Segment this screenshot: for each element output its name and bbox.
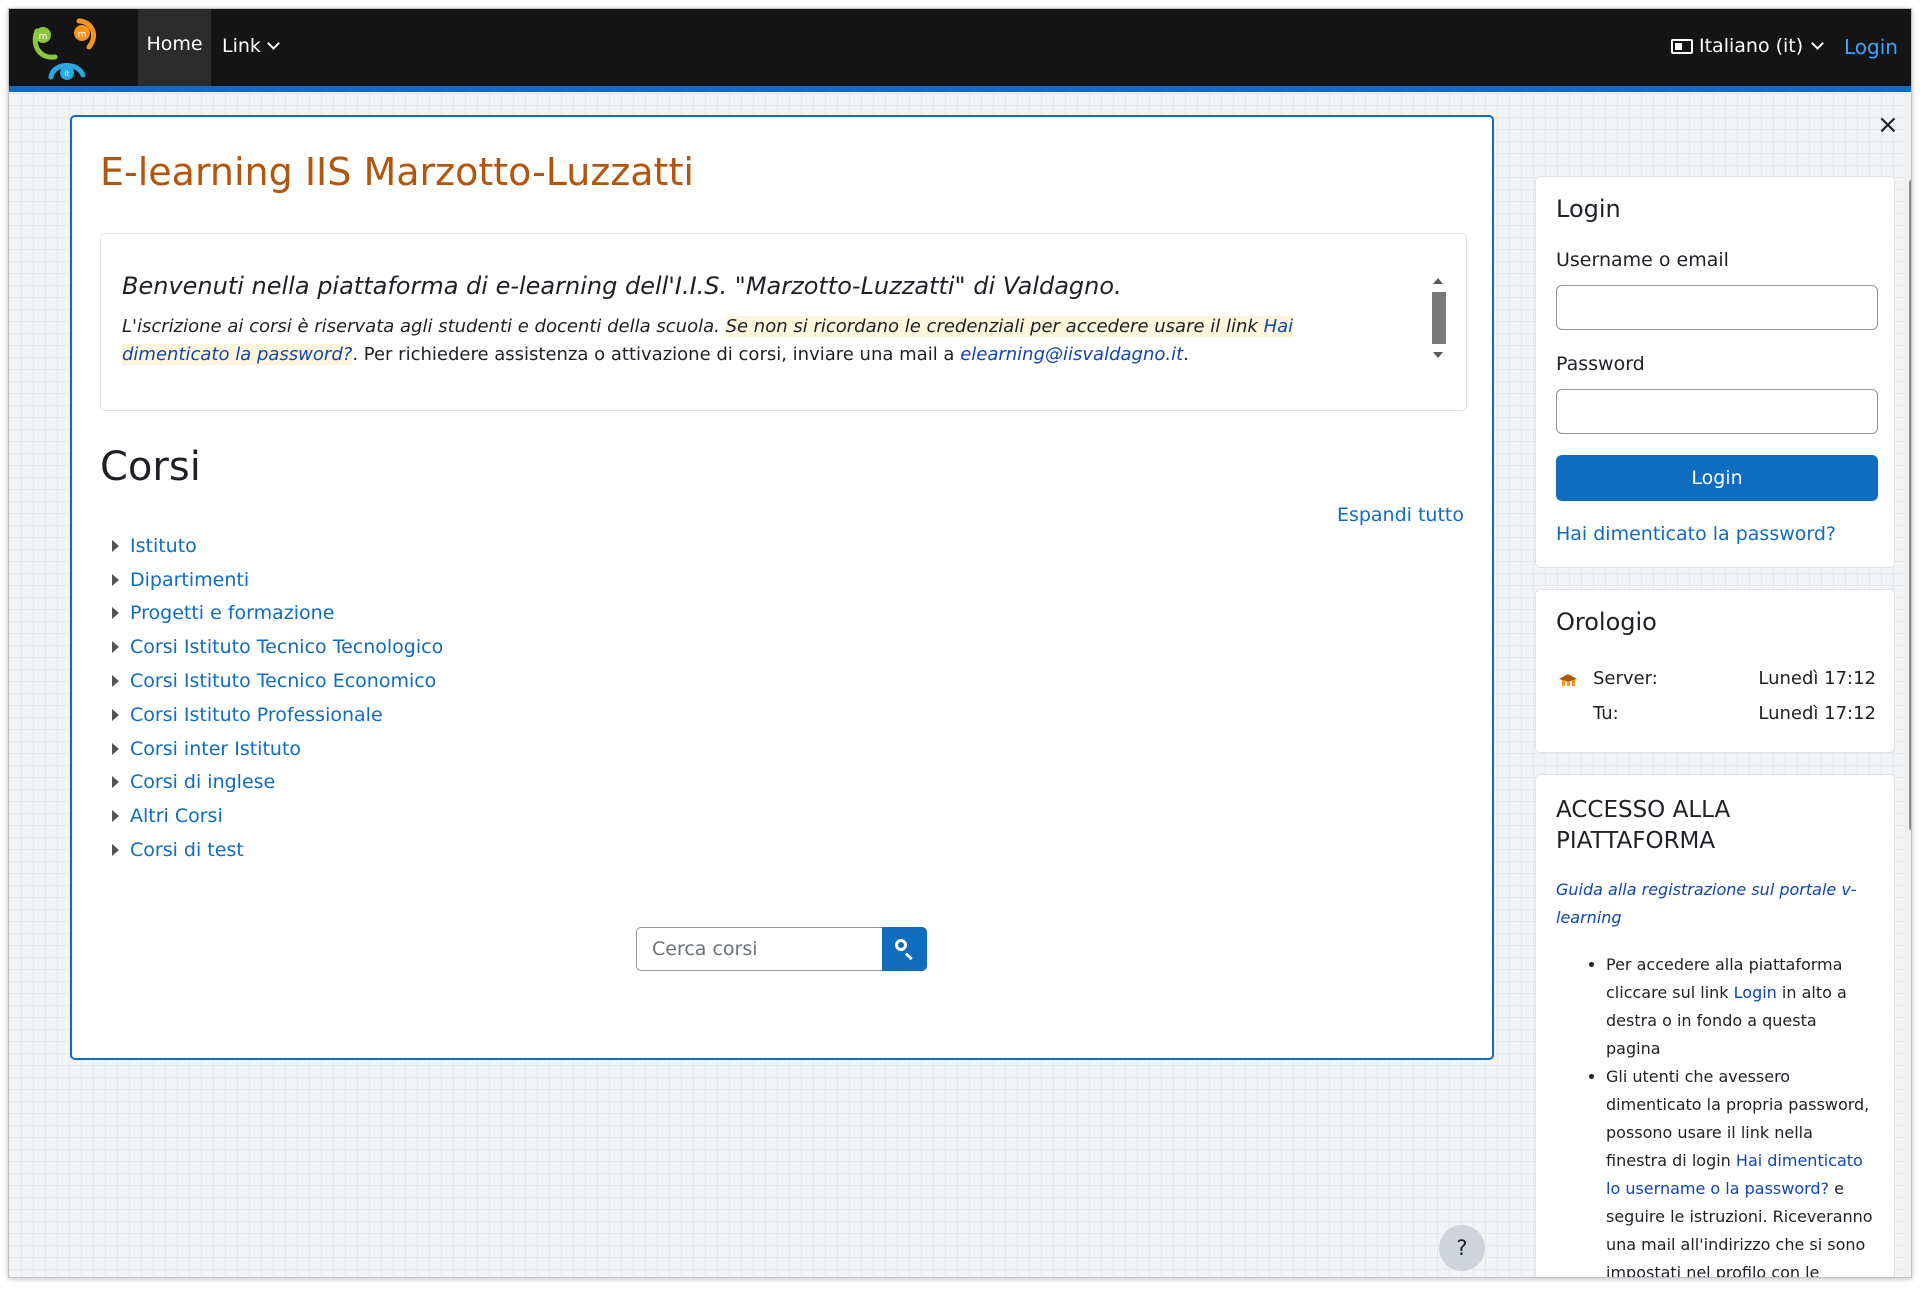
category-label: Corsi Istituto Tecnico Economico — [130, 670, 437, 693]
clock-server-time: Lunedì 17:12 — [1758, 668, 1876, 689]
category-label: Altri Corsi — [130, 805, 223, 828]
clock-user-row: Tu: Lunedì 17:12 — [1556, 703, 1876, 727]
expand-triangle-icon — [112, 607, 119, 620]
access-block-title: ACCESSO ALLA PIATTAFORMA — [1556, 797, 1731, 854]
category-label: Progetti e formazione — [130, 602, 335, 625]
welcome-scrollbar[interactable] — [1430, 278, 1446, 364]
course-search: Cerca corsi — [636, 927, 927, 971]
login-button[interactable]: Login — [1556, 455, 1878, 501]
clock-user-time: Lunedì 17:12 — [1758, 703, 1876, 724]
clock-server-label: Server: — [1593, 668, 1658, 689]
welcome-box: Benvenuti nella piattaforma di e-learnin… — [100, 233, 1467, 411]
search-button[interactable] — [882, 927, 927, 971]
category-label: Corsi di test — [130, 839, 244, 862]
category-label: Dipartimenti — [130, 568, 250, 591]
category-item[interactable]: Altri Corsi — [112, 799, 443, 833]
expand-triangle-icon — [112, 675, 119, 688]
scroll-thumb[interactable] — [1432, 292, 1446, 344]
category-label: Corsi Istituto Tecnico Tecnologico — [130, 636, 444, 659]
expand-triangle-icon — [112, 641, 119, 654]
category-item[interactable]: Corsi Istituto Tecnico Tecnologico — [112, 630, 443, 664]
category-item[interactable]: Corsi inter Istituto — [112, 732, 443, 766]
category-item[interactable]: Dipartimenti — [112, 563, 443, 597]
school-icon — [1559, 674, 1577, 686]
welcome-email-link[interactable]: elearning@iisvaldagno.it — [960, 344, 1183, 365]
category-item[interactable]: Istituto — [112, 529, 443, 563]
drawer-scroll-thumb[interactable] — [1909, 179, 1911, 831]
clock-user-label: Tu: — [1593, 703, 1619, 724]
main-content-card: E-learning IIS Marzotto-Luzzatti Benvenu… — [70, 115, 1494, 1060]
category-list: Istituto Dipartimenti Progetti e formazi… — [112, 529, 443, 867]
welcome-line2-text: Se non si ricordano le credenziali per a… — [725, 316, 1258, 337]
expand-triangle-icon — [112, 708, 119, 721]
chevron-down-icon — [1811, 37, 1825, 50]
password-field[interactable] — [1556, 389, 1878, 434]
category-item[interactable]: Progetti e formazione — [112, 597, 443, 631]
language-icon — [1671, 38, 1693, 54]
category-item[interactable]: Corsi Istituto Professionale — [112, 698, 443, 732]
welcome-heading: Benvenuti nella piattaforma di e-learnin… — [122, 272, 1122, 300]
registration-guide-link[interactable]: Guida alla registrazione sul portale v-l… — [1556, 876, 1866, 932]
expand-triangle-icon — [112, 844, 119, 857]
category-item[interactable]: Corsi Istituto Tecnico Economico — [112, 664, 443, 698]
drawer-scrollbar[interactable] — [1907, 93, 1911, 1277]
category-label: Corsi Istituto Professionale — [130, 703, 383, 726]
login-block-title: Login — [1556, 195, 1621, 223]
nav-home-label: Home — [146, 33, 203, 55]
expand-triangle-icon — [112, 810, 119, 823]
search-icon-handle — [904, 952, 913, 961]
language-menu[interactable]: Italiano (it) — [1671, 35, 1825, 57]
access-instruction-item: Gli utenti che avessero dimenticato la p… — [1606, 1063, 1874, 1277]
category-item[interactable]: Corsi di test — [112, 833, 443, 867]
nav-login-link[interactable]: Login — [1844, 35, 1898, 59]
logo-letter-m1: m — [39, 32, 48, 42]
logo-letter-m2: m — [78, 30, 87, 40]
site-title: E-learning IIS Marzotto-Luzzatti — [100, 150, 694, 194]
password-label: Password — [1556, 353, 1645, 375]
search-icon — [895, 939, 907, 951]
close-drawer-button[interactable]: × — [1877, 112, 1899, 138]
logo-letter-it: it — [65, 70, 70, 78]
expand-all-link[interactable]: Espandi tutto — [1337, 504, 1464, 526]
category-label: Istituto — [130, 534, 197, 557]
scroll-down-arrow-icon[interactable] — [1433, 352, 1443, 358]
nav-link-menu[interactable]: Link — [222, 35, 280, 57]
welcome-line1: L'iscrizione ai corsi è riservata agli s… — [122, 316, 720, 337]
browser-frame: m m it Home Link Italiano (it) Login E-l… — [8, 8, 1912, 1278]
category-label: Corsi inter Istituto — [130, 737, 302, 760]
forgot-password-link[interactable]: Hai dimenticato la password? — [1556, 523, 1836, 545]
category-item[interactable]: Corsi di inglese — [112, 766, 443, 800]
scroll-up-arrow-icon[interactable] — [1433, 278, 1443, 284]
language-label: Italiano (it) — [1699, 35, 1804, 57]
access-instruction-item: Per accedere alla piattaforma cliccare s… — [1606, 951, 1874, 1063]
welcome-line4: . — [1183, 344, 1189, 365]
course-search-input[interactable]: Cerca corsi — [636, 927, 882, 971]
expand-triangle-icon — [112, 742, 119, 755]
nav-link-label: Link — [222, 35, 261, 57]
courses-heading: Corsi — [100, 444, 201, 490]
expand-triangle-icon — [112, 573, 119, 586]
access-instructions-list: Per accedere alla piattaforma cliccare s… — [1556, 951, 1874, 1277]
chevron-down-icon — [267, 37, 280, 50]
nav-home[interactable]: Home — [138, 9, 211, 92]
category-label: Corsi di inglese — [130, 771, 276, 794]
username-label: Username o email — [1556, 249, 1729, 271]
login-block: Login Username o email Password Login Ha… — [1535, 176, 1895, 568]
expand-triangle-icon — [112, 776, 119, 789]
access-block: ACCESSO ALLA PIATTAFORMA Guida alla regi… — [1535, 774, 1895, 1277]
clock-block-title: Orologio — [1556, 608, 1657, 636]
username-field[interactable] — [1556, 285, 1878, 330]
instruction-login-link[interactable]: Login — [1734, 983, 1777, 1002]
top-navbar: m m it Home Link Italiano (it) Login — [9, 9, 1911, 92]
expand-triangle-icon — [112, 539, 119, 552]
welcome-line3: . Per richiedere assistenza o attivazion… — [352, 344, 955, 365]
welcome-text: L'iscrizione ai corsi è riservata agli s… — [122, 313, 1392, 369]
clock-server-row: Server: Lunedì 17:12 — [1556, 668, 1876, 692]
clock-block: Orologio Server: Lunedì 17:12 Tu: Lunedì… — [1535, 589, 1895, 753]
help-button[interactable]: ? — [1439, 1225, 1485, 1271]
site-logo[interactable]: m m it — [27, 13, 107, 83]
